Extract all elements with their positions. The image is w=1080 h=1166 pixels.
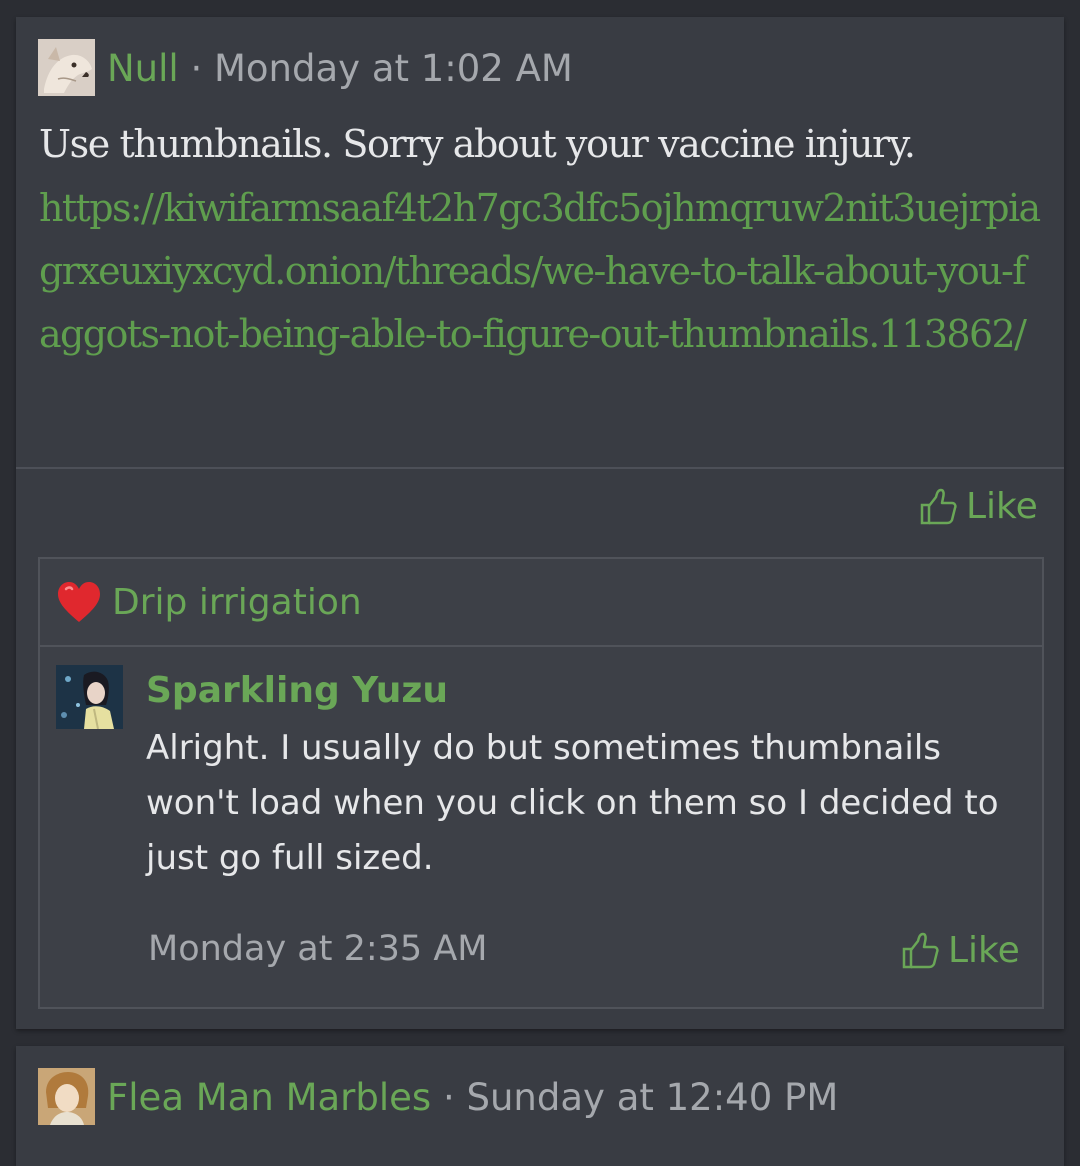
heart-icon bbox=[58, 582, 100, 622]
like-button[interactable]: Like bbox=[900, 929, 1020, 973]
author-name[interactable]: Flea Man Marbles bbox=[107, 1076, 431, 1119]
quote-timestamp[interactable]: Monday at 2:35 AM bbox=[148, 927, 487, 971]
post-card: Null · Monday at 1:02 AM Use thumbnails.… bbox=[16, 17, 1064, 1029]
divider bbox=[16, 467, 1064, 469]
thumbs-up-icon bbox=[920, 488, 957, 525]
thumbs-up-icon bbox=[902, 932, 939, 969]
like-button[interactable]: Like bbox=[918, 485, 1038, 529]
post-card: Flea Man Marbles · Sunday at 12:40 PM bbox=[16, 1046, 1064, 1166]
avatar[interactable] bbox=[38, 1068, 95, 1125]
thread-link[interactable]: https://kiwifarmsaaf4t2h7gc3dfc5ojhmqruw… bbox=[39, 177, 1044, 366]
post-body: Use thumbnails. Sorry about your vaccine… bbox=[39, 122, 916, 166]
separator: · bbox=[442, 1076, 455, 1119]
like-label: Like bbox=[966, 486, 1038, 527]
post-timestamp[interactable]: Monday at 1:02 AM bbox=[214, 47, 573, 90]
person-avatar-icon bbox=[38, 1068, 95, 1125]
author-name[interactable]: Null bbox=[107, 47, 179, 90]
quote-author[interactable]: Sparkling Yuzu bbox=[146, 669, 448, 713]
reaction-box: Drip irrigation Sparkling Yuzu Alright. … bbox=[38, 557, 1044, 1009]
separator: · bbox=[190, 47, 203, 90]
avatar[interactable] bbox=[56, 665, 123, 729]
quote-text: Alright. I usually do but sometimes thum… bbox=[146, 728, 999, 878]
dog-avatar-icon bbox=[38, 39, 95, 96]
post-timestamp[interactable]: Sunday at 12:40 PM bbox=[466, 1076, 838, 1119]
reaction-title[interactable]: Drip irrigation bbox=[112, 581, 362, 625]
anime-avatar-icon bbox=[56, 665, 123, 729]
like-label: Like bbox=[948, 930, 1020, 971]
avatar[interactable] bbox=[38, 39, 95, 96]
reaction-header: Drip irrigation bbox=[40, 559, 1042, 647]
